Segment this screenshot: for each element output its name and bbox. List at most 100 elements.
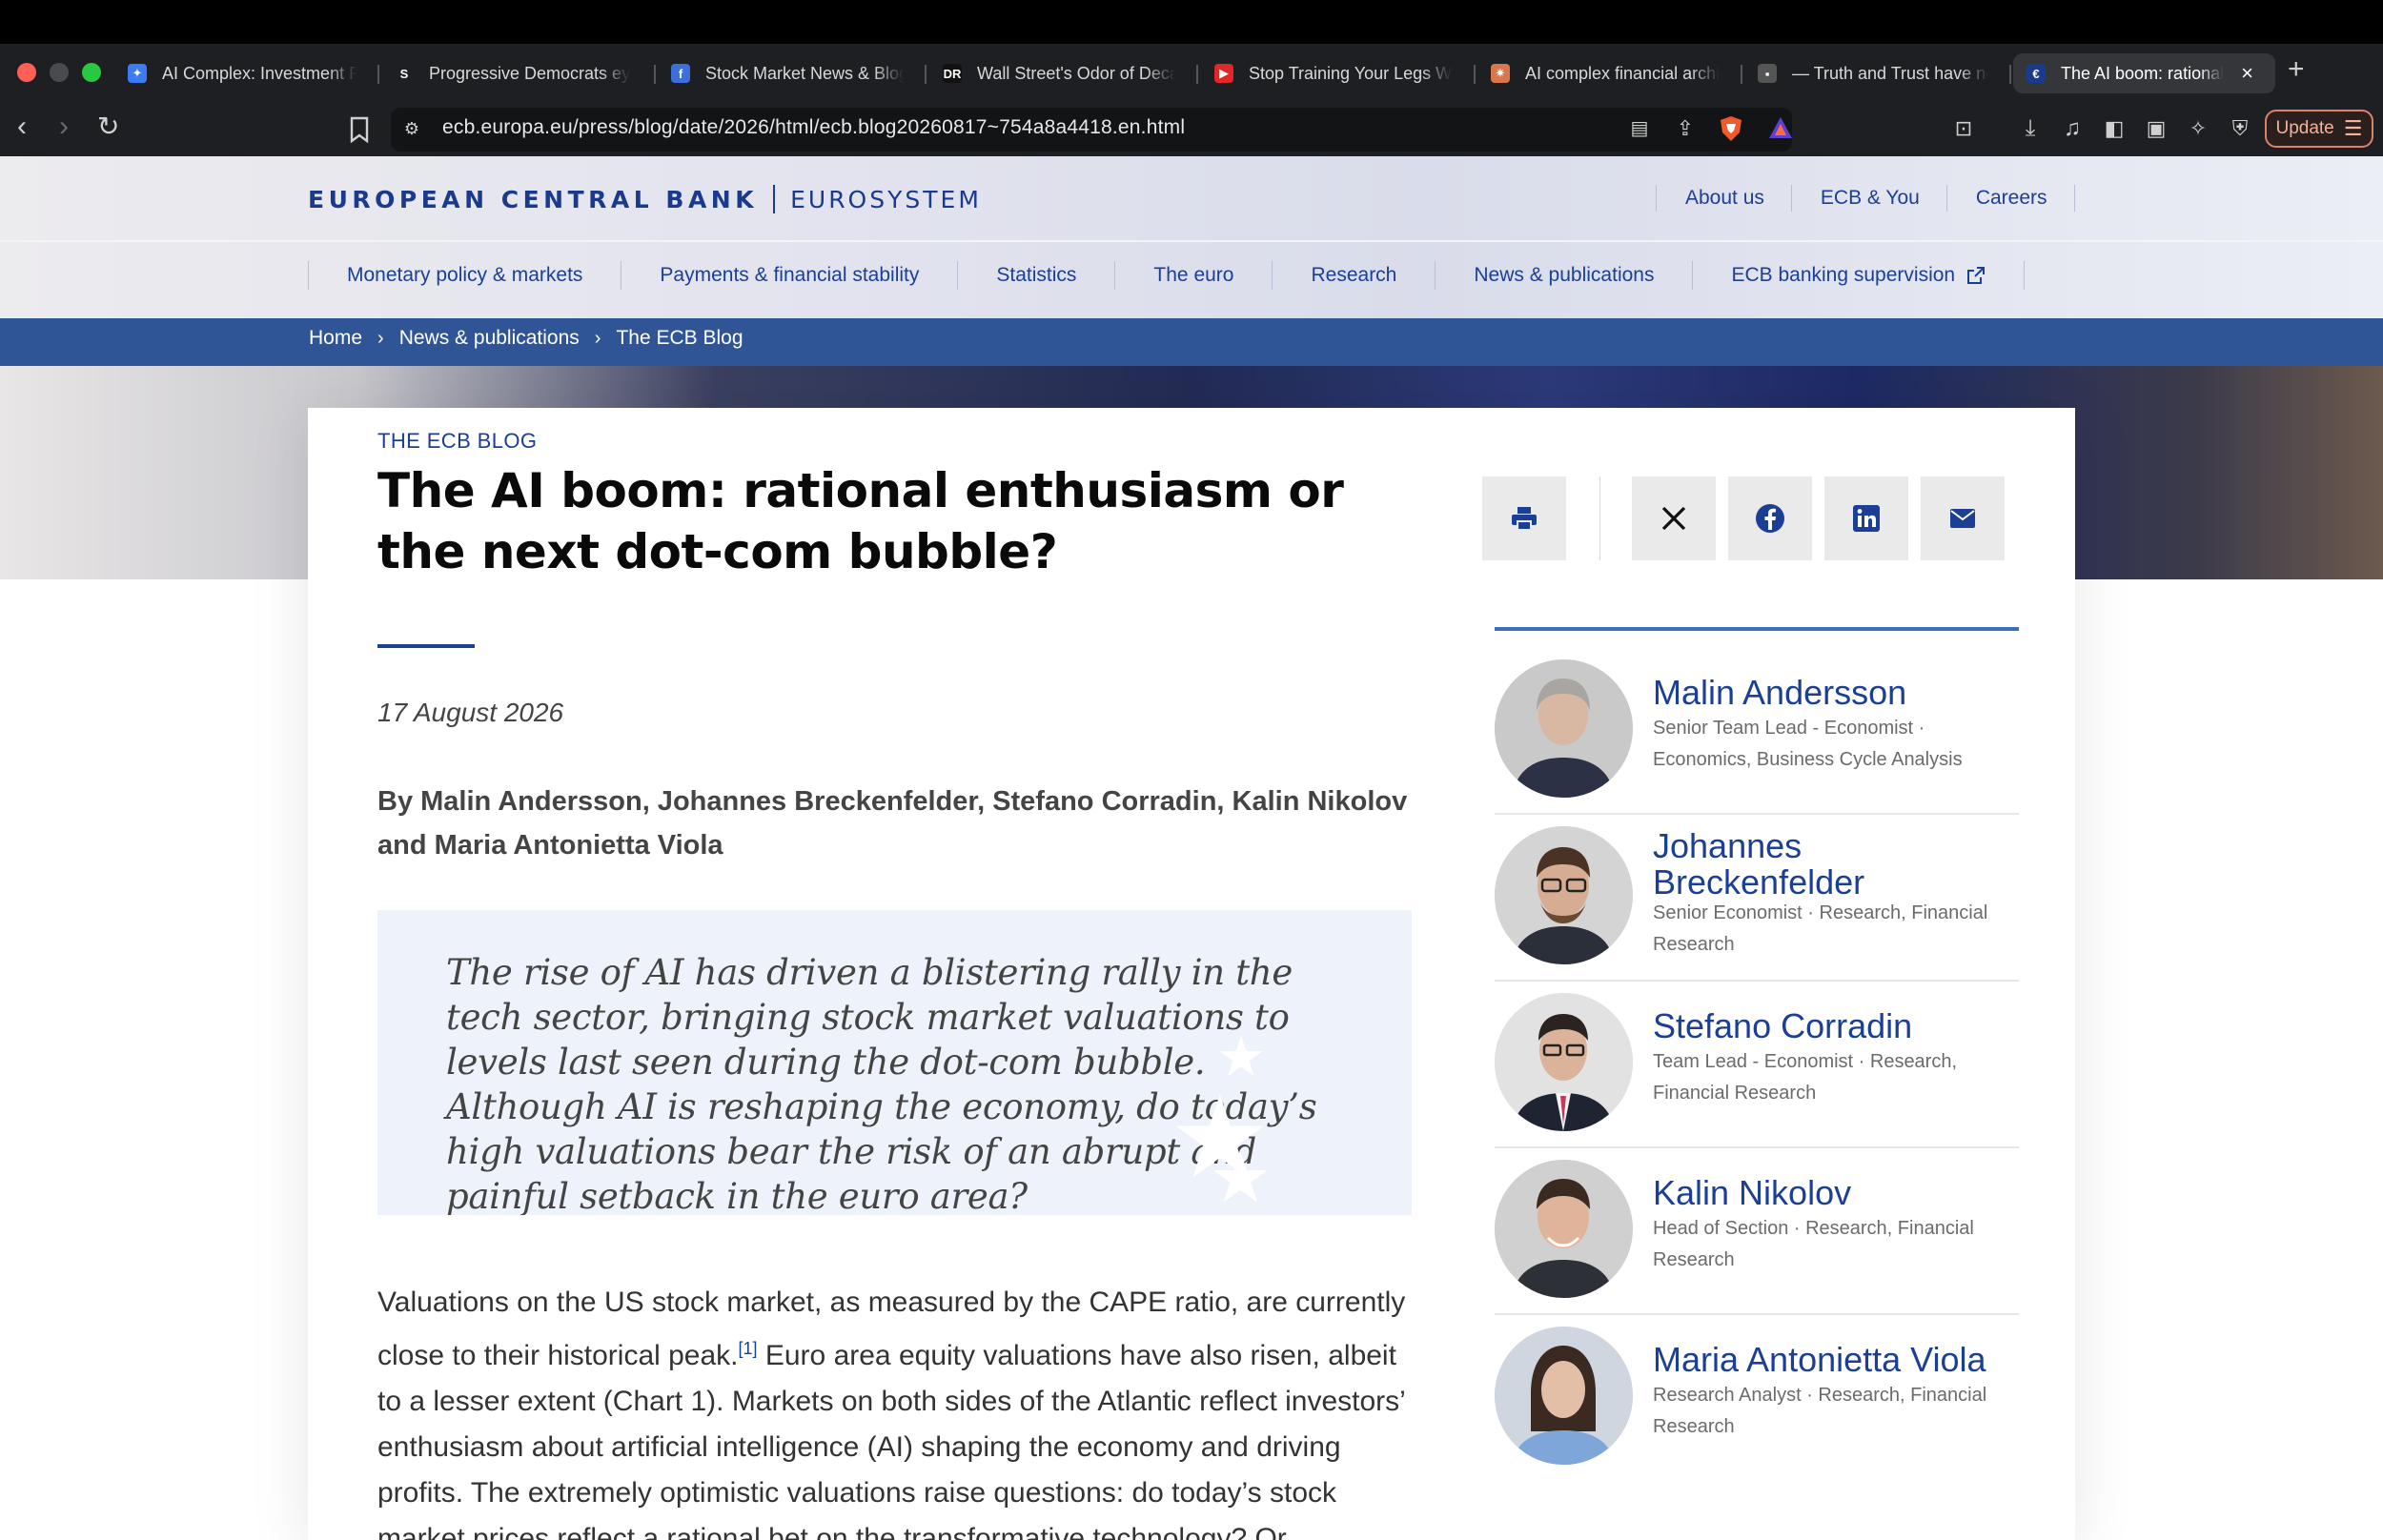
author-name[interactable]: Malin Andersson: [1653, 675, 2015, 711]
tab-favicon-icon: ✦: [128, 64, 147, 83]
author-card[interactable]: Malin Andersson Senior Team Lead - Econo…: [1495, 648, 2019, 815]
author-name[interactable]: Johannes Breckenfelder: [1653, 828, 2015, 901]
system-top-bar: [0, 0, 2383, 44]
rewards-icon[interactable]: [1767, 115, 1794, 142]
top-link-about[interactable]: About us: [1656, 185, 1791, 212]
star-icon: ★: [1209, 1138, 1273, 1215]
share-icon[interactable]: ⇪: [1672, 115, 1699, 142]
article-body: Valuations on the US stock market, as me…: [377, 1280, 1426, 1540]
nav-statistics[interactable]: Statistics: [957, 261, 1114, 290]
tab-separator: [1741, 65, 1742, 84]
tab-separator: [654, 65, 656, 84]
url-text[interactable]: ecb.europa.eu/press/blog/date/2026/html/…: [442, 116, 1185, 139]
vpn-icon[interactable]: ⛨: [2227, 115, 2253, 142]
nav-research[interactable]: Research: [1272, 261, 1435, 290]
logo-divider: [773, 185, 776, 213]
avatar: [1495, 659, 1633, 798]
breadcrumb-home[interactable]: Home: [309, 327, 362, 350]
author-card[interactable]: Kalin Nikolov Head of Section · Research…: [1495, 1148, 2019, 1315]
author-description: Senior Team Lead - Economist · Economics…: [1653, 718, 1963, 770]
browser-tab[interactable]: ▪ — Truth and Trust have no: [1744, 53, 2002, 93]
print-button[interactable]: [1482, 476, 1566, 560]
leo-ai-icon[interactable]: ✧: [2185, 115, 2211, 142]
author-card[interactable]: Johannes Breckenfelder Senior Economist …: [1495, 815, 2019, 982]
author-card[interactable]: Maria Antonietta Viola Research Analyst …: [1495, 1315, 2019, 1482]
browser-tab[interactable]: S Progressive Democrats ey: [381, 53, 646, 93]
tab-title: AI complex financial archit: [1525, 63, 1720, 83]
tab-favicon-icon: f: [671, 64, 690, 83]
downloads-icon[interactable]: ⤓: [2017, 115, 2044, 142]
close-tab-icon[interactable]: ×: [2241, 61, 2253, 86]
nav-the-euro[interactable]: The euro: [1114, 261, 1272, 290]
header-divider: [0, 240, 2383, 242]
wallet-icon[interactable]: ▣: [2143, 115, 2169, 142]
share-linkedin-button[interactable]: [1824, 476, 1908, 560]
media-icon[interactable]: ♫: [2059, 115, 2086, 142]
nav-payments[interactable]: Payments & financial stability: [621, 261, 957, 290]
browser-tab[interactable]: € The AI boom: rational ×: [2013, 53, 2275, 93]
browser-tab[interactable]: ✦ AI Complex: Investment Ri: [114, 53, 370, 93]
back-icon[interactable]: ‹: [17, 112, 27, 141]
author-name[interactable]: Kalin Nikolov: [1653, 1175, 2015, 1211]
breadcrumb-blog[interactable]: The ECB Blog: [616, 327, 743, 350]
tab-separator: [925, 65, 927, 84]
top-link-ecb-and-you[interactable]: ECB & You: [1790, 185, 1946, 212]
minimize-window-button[interactable]: [50, 63, 69, 82]
linkedin-icon: [1853, 505, 1880, 532]
new-tab-button[interactable]: +: [2288, 55, 2305, 84]
update-button[interactable]: Update ☰: [2265, 110, 2373, 148]
tab-title: Wall Street's Odor of Deca: [977, 63, 1175, 83]
title-underline: [377, 644, 475, 648]
browser-tab[interactable]: ✷ AI complex financial archit: [1477, 53, 1733, 93]
share-facebook-button[interactable]: [1728, 476, 1812, 560]
author-card[interactable]: Stefano Corradin Team Lead - Economist ·…: [1495, 982, 2019, 1148]
tab-title: Stock Market News & Blog: [705, 63, 904, 83]
logo-secondary: EUROSYSTEM: [790, 185, 982, 213]
tab-separator: [377, 65, 379, 84]
avatar: [1495, 826, 1633, 964]
close-window-button[interactable]: [17, 63, 36, 82]
zoom-window-button[interactable]: [82, 63, 101, 82]
main-navigation: Monetary policy & markets Payments & fin…: [308, 261, 2026, 290]
breadcrumb-trail: Home › News & publications › The ECB Blo…: [309, 327, 743, 350]
screenshot-icon[interactable]: ⊡: [1950, 115, 1977, 142]
article-kicker[interactable]: THE ECB BLOG: [377, 429, 537, 454]
bookmark-icon[interactable]: [349, 116, 370, 151]
tab-title: Progressive Democrats ey: [429, 63, 631, 83]
nav-news-publications[interactable]: News & publications: [1435, 261, 1692, 290]
authors-top-rule: [1495, 627, 2019, 631]
facebook-icon: [1756, 504, 1784, 533]
footnote-link[interactable]: [1]: [739, 1339, 758, 1358]
tab-favicon-icon: €: [2027, 64, 2046, 83]
author-description: Team Lead - Economist · Research, Financ…: [1653, 1051, 1958, 1104]
browser-tab[interactable]: f Stock Market News & Blog: [658, 53, 917, 93]
reader-mode-icon[interactable]: ▤: [1626, 115, 1653, 142]
browser-tab[interactable]: ▶ Stop Training Your Legs W: [1201, 53, 1466, 93]
article-byline: By Malin Andersson, Johannes Breckenfeld…: [377, 786, 1408, 861]
avatar: [1495, 993, 1633, 1131]
tab-favicon-icon: ✷: [1491, 64, 1510, 83]
author-description: Senior Economist · Research, Financial R…: [1653, 902, 1988, 955]
forward-icon[interactable]: ›: [59, 112, 69, 141]
chevron-right-icon: ›: [377, 327, 384, 349]
nav-banking-supervision-label: ECB banking supervision: [1731, 264, 1956, 286]
top-link-careers[interactable]: Careers: [1945, 185, 2075, 212]
author-name[interactable]: Maria Antonietta Viola: [1653, 1342, 2015, 1378]
nav-banking-supervision[interactable]: ECB banking supervision: [1692, 261, 2026, 290]
share-x-button[interactable]: [1632, 476, 1716, 560]
tab-separator: [2009, 65, 2011, 84]
share-email-button[interactable]: [1921, 476, 2005, 560]
breadcrumb-news[interactable]: News & publications: [399, 327, 580, 350]
reload-icon[interactable]: ↻: [97, 112, 119, 141]
print-icon: [1512, 507, 1537, 531]
article-title: The AI boom: rational enthusiasm or the …: [377, 463, 1344, 579]
avatar: [1495, 1160, 1633, 1298]
brave-shields-icon[interactable]: [1718, 115, 1744, 142]
nav-monetary-policy[interactable]: Monetary policy & markets: [308, 261, 621, 290]
browser-tab[interactable]: DR Wall Street's Odor of Deca: [929, 53, 1189, 93]
menu-icon: ☰: [2343, 116, 2363, 140]
sidebar-icon[interactable]: ◧: [2101, 115, 2128, 142]
ecb-logo[interactable]: EUROPEAN CENTRAL BANK EUROSYSTEM: [308, 185, 982, 213]
author-name[interactable]: Stefano Corradin: [1653, 1008, 2015, 1044]
site-info-icon[interactable]: ⚙: [398, 115, 425, 142]
